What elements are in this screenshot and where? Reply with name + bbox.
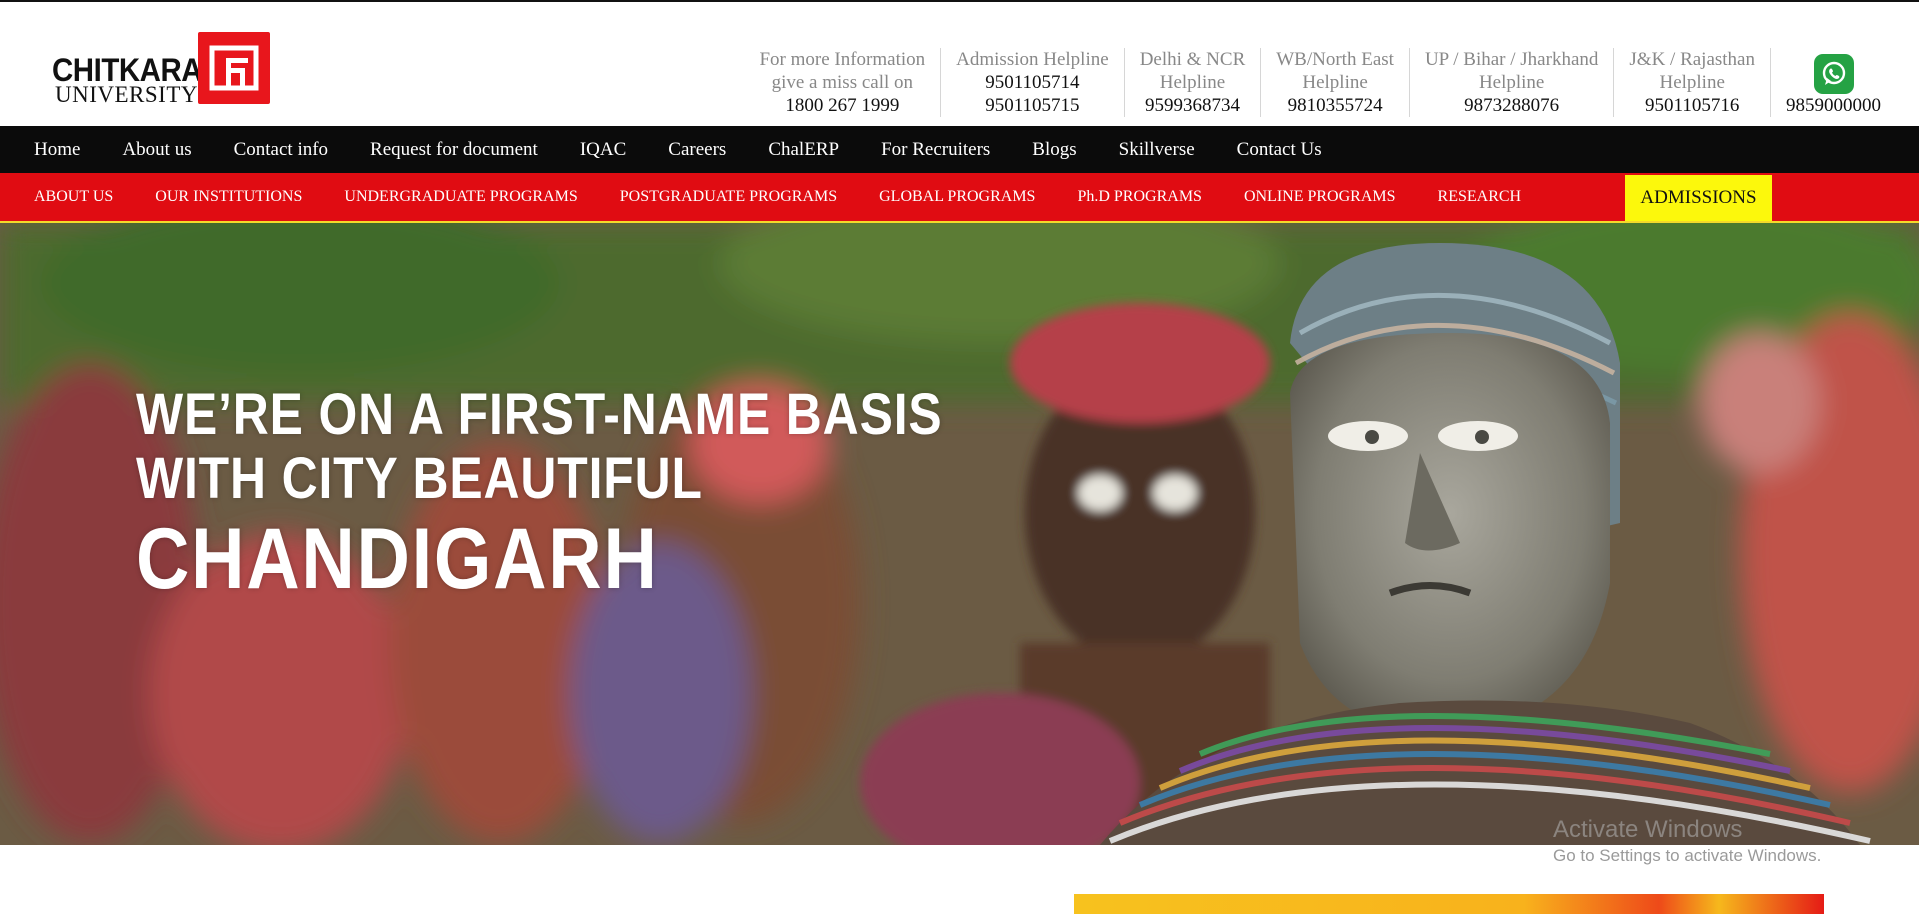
site-header: CHITKARA UNIVERSITY For more Information…: [0, 2, 1919, 126]
university-logo[interactable]: CHITKARA UNIVERSITY: [52, 30, 272, 107]
contact-label: J&K / Rajasthan: [1629, 49, 1755, 70]
contact-label: Delhi & NCR: [1139, 49, 1246, 70]
bottom-promo-banner[interactable]: [1074, 894, 1824, 914]
nav2-phd-programs[interactable]: Ph.D PROGRAMS: [1077, 188, 1201, 206]
contact-number[interactable]: 1800 267 1999: [785, 94, 899, 117]
hero-line-3: CHANDIGARH: [136, 511, 659, 607]
logo-subtitle: UNIVERSITY: [55, 82, 198, 107]
nav2-undergraduate-programs[interactable]: UNDERGRADUATE PROGRAMS: [344, 188, 577, 206]
secondary-nav: ABOUT US OUR INSTITUTIONS UNDERGRADUATE …: [0, 173, 1919, 223]
contact-wb-north-east: WB/North East Helpline 9810355724: [1261, 48, 1410, 117]
watermark-subtitle: Go to Settings to activate Windows.: [1553, 846, 1822, 865]
contact-up-bihar-jharkhand: UP / Bihar / Jharkhand Helpline 98732880…: [1410, 48, 1615, 117]
nav2-research[interactable]: RESEARCH: [1438, 188, 1522, 206]
hero-line-1: WE’RE ON A FIRST-NAME BASIS: [136, 382, 943, 447]
nav2-about-us[interactable]: ABOUT US: [34, 188, 113, 206]
contact-missed-call: For more Information give a miss call on…: [744, 48, 942, 117]
contact-number[interactable]: 9501105714: [985, 71, 1079, 94]
nav-careers[interactable]: Careers: [668, 139, 726, 161]
contact-number[interactable]: 9873288076: [1464, 94, 1559, 117]
nav-chalerp[interactable]: ChalERP: [768, 139, 839, 161]
hero-banner[interactable]: WE’RE ON A FIRST-NAME BASIS WITH CITY BE…: [0, 223, 1919, 845]
nav-about-us[interactable]: About us: [122, 139, 191, 161]
contact-label: give a miss call on: [771, 72, 914, 93]
contact-jk-rajasthan: J&K / Rajasthan Helpline 9501105716: [1614, 48, 1771, 117]
nav2-postgraduate-programs[interactable]: POSTGRADUATE PROGRAMS: [620, 188, 837, 206]
contact-label: UP / Bihar / Jharkhand: [1424, 49, 1599, 70]
contact-label: For more Information: [759, 49, 926, 70]
contact-number[interactable]: 9501105716: [1645, 94, 1739, 117]
hero-line-2: WITH CITY BEAUTIFUL: [136, 446, 703, 511]
hero-headline: WE’RE ON A FIRST-NAME BASIS WITH CITY BE…: [136, 382, 943, 608]
contact-delhi-ncr: Delhi & NCR Helpline 9599368734: [1125, 48, 1262, 117]
nav-request-document[interactable]: Request for document: [370, 139, 538, 161]
nav-for-recruiters[interactable]: For Recruiters: [881, 139, 990, 161]
contact-number[interactable]: 9599368734: [1145, 94, 1240, 117]
contact-number[interactable]: 9501105715: [985, 94, 1079, 117]
contact-admission-helpline: Admission Helpline 9501105714 9501105715: [941, 48, 1125, 117]
nav-iqac[interactable]: IQAC: [580, 139, 626, 161]
nav-contact-us[interactable]: Contact Us: [1237, 139, 1322, 161]
contact-label: Helpline: [1302, 72, 1368, 93]
contact-label: WB/North East: [1276, 49, 1394, 70]
contact-label: Helpline: [1659, 72, 1725, 93]
contact-label: Admission Helpline: [956, 49, 1109, 70]
nav-contact-info[interactable]: Contact info: [234, 139, 328, 161]
nav2-global-programs[interactable]: GLOBAL PROGRAMS: [879, 188, 1035, 206]
nav2-our-institutions[interactable]: OUR INSTITUTIONS: [155, 188, 302, 206]
helpline-contacts: For more Information give a miss call on…: [744, 48, 1881, 117]
contact-label: Helpline: [1478, 72, 1545, 93]
watermark-title: Activate Windows: [1553, 816, 1743, 843]
contact-number[interactable]: 9810355724: [1288, 94, 1383, 117]
nav-skillverse[interactable]: Skillverse: [1119, 139, 1195, 161]
whatsapp-icon[interactable]: [1813, 54, 1854, 94]
whatsapp-number[interactable]: 9859000000: [1786, 94, 1881, 117]
primary-nav: Home About us Contact info Request for d…: [0, 126, 1919, 173]
contact-whatsapp: 9859000000: [1771, 48, 1881, 117]
contact-label: Helpline: [1159, 72, 1226, 93]
nav-home[interactable]: Home: [34, 139, 80, 161]
nav-blogs[interactable]: Blogs: [1032, 139, 1076, 161]
admissions-button[interactable]: ADMISSIONS: [1625, 175, 1772, 221]
nav2-online-programs[interactable]: ONLINE PROGRAMS: [1244, 188, 1396, 206]
logo-mark-icon: [198, 32, 270, 104]
